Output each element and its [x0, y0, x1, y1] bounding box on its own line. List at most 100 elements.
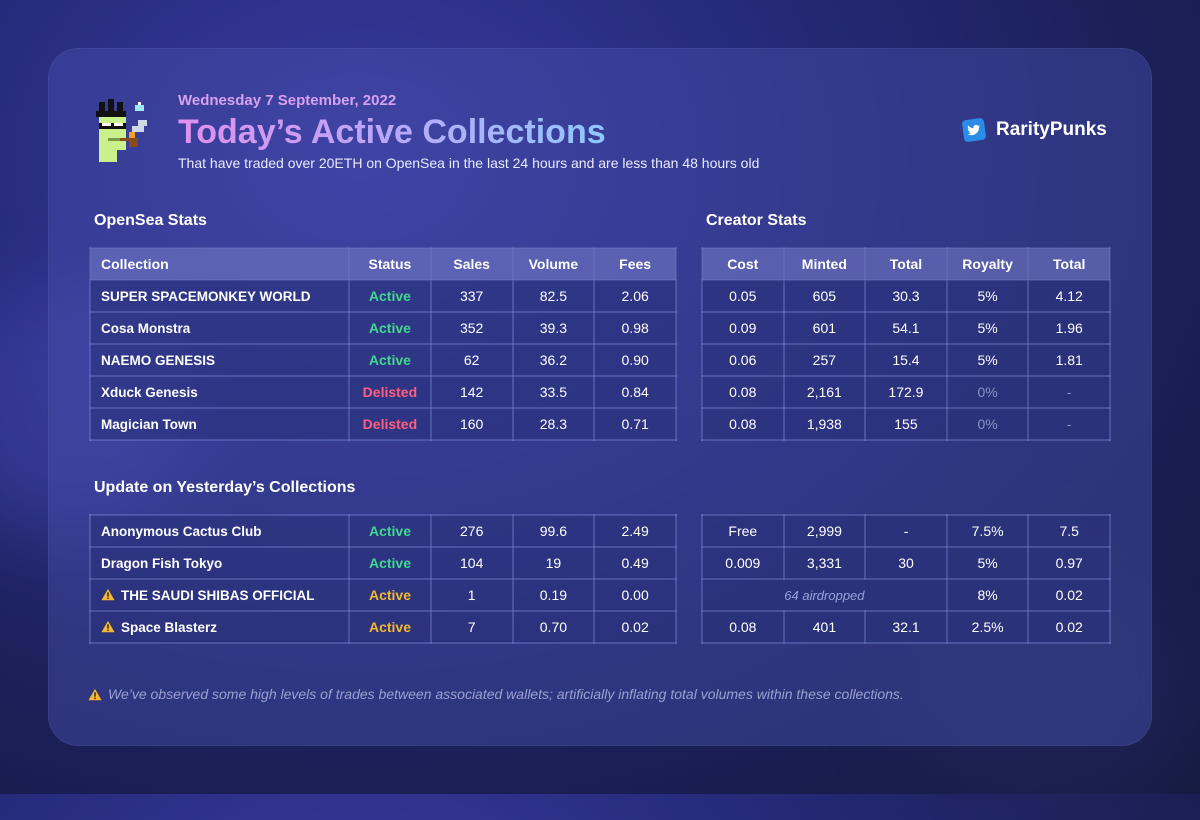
creator-total-cell: 4.12 — [1027, 279, 1111, 313]
creator-total-cell: 1.96 — [1027, 311, 1111, 345]
warning-icon — [101, 620, 115, 632]
royalty-cell: 2.5% — [945, 610, 1030, 644]
cost-cell: 0.05 — [701, 279, 785, 313]
creator-total-cell: 7.5 — [1027, 514, 1111, 548]
col-header-total: Total — [864, 247, 948, 281]
cost-cell: 0.08 — [701, 610, 785, 644]
table-row: SUPER SPACEMONKEY WORLD Active 337 82.5 2.06 — [89, 279, 677, 313]
status-cell: Active — [348, 343, 432, 377]
table-row: 0.05 605 30.3 5% 4.12 — [701, 279, 1111, 313]
table-row: 0.009 3,331 30 5% 0.97 — [701, 546, 1111, 580]
opensea-section-title: OpenSea Stats — [94, 212, 207, 229]
royalty-cell: 5% — [945, 546, 1030, 580]
minted-cell: 2,999 — [782, 514, 867, 548]
table-row: THE SAUDI SHIBAS OFFICIAL Active 1 0.19 0.00 — [88, 578, 677, 612]
col-header-minted: Minted — [782, 247, 867, 281]
creator-total-cell: - — [1027, 375, 1111, 409]
royalty-cell: 0% — [945, 375, 1030, 409]
minted-cell: 605 — [782, 279, 867, 313]
volume-cell: 99.6 — [511, 514, 596, 548]
col-header-cost: Cost — [701, 247, 785, 281]
fees-cell: 2.06 — [593, 279, 677, 313]
status-cell: Active — [348, 546, 432, 580]
col-header-status: Status — [348, 247, 432, 281]
header-date: Wednesday 7 September, 2022 — [178, 92, 397, 109]
table-row: Dragon Fish Tokyo Active 104 19 0.49 — [88, 546, 677, 580]
col-header-creator-total: Total — [1027, 247, 1111, 281]
status-cell: Active — [348, 311, 432, 345]
royalty-cell: 5% — [945, 279, 1030, 313]
table-row: Magician Town Delisted 160 28.3 0.71 — [89, 407, 677, 441]
col-header-collection: Collection — [89, 247, 350, 281]
table-row: 0.08 401 32.1 2.5% 0.02 — [701, 610, 1111, 644]
cost-cell: 0.08 — [701, 407, 785, 441]
table-header-row: Collection Status Sales Volume Fees — [89, 247, 677, 281]
table-row: Xduck Genesis Delisted 142 33.5 0.84 — [89, 375, 677, 409]
table-row: 0.08 1,938 155 0% - — [701, 407, 1111, 441]
collection-name-cell: SUPER SPACEMONKEY WORLD — [89, 279, 350, 313]
airdrop-cell: 64 airdropped — [701, 578, 948, 612]
creator-stats-table: Cost Minted Total Royalty Total 0.05 605 3… — [701, 247, 1111, 441]
collection-name-cell: Magician Town — [89, 407, 350, 441]
collection-name: THE SAUDI SHIBAS OFFICIAL — [121, 587, 315, 603]
volume-cell: 82.5 — [511, 279, 596, 313]
collection-name-cell: Space Blasterz — [88, 610, 351, 644]
total-cell: 30 — [864, 546, 948, 580]
table-row: 0.09 601 54.1 5% 1.96 — [701, 311, 1111, 345]
col-header-sales: Sales — [429, 247, 514, 281]
royalty-cell: 5% — [945, 311, 1030, 345]
cost-cell: 0.06 — [701, 343, 785, 377]
royalty-cell: 7.5% — [945, 514, 1030, 548]
fees-cell: 0.98 — [593, 311, 677, 345]
status-cell: Active — [348, 578, 432, 612]
fees-cell: 0.84 — [593, 375, 677, 409]
volume-cell: 28.3 — [511, 407, 596, 441]
sales-cell: 142 — [429, 375, 514, 409]
sales-cell: 352 — [429, 311, 514, 345]
total-cell: - — [864, 514, 948, 548]
fees-cell: 0.71 — [593, 407, 677, 441]
yesterday-section-title: Update on Yesterday’s Collections — [94, 479, 356, 496]
collection-name: Dragon Fish Tokyo — [101, 555, 223, 571]
brand-link[interactable]: RarityPunks — [962, 118, 1107, 142]
sales-cell: 7 — [429, 610, 514, 644]
creator-total-cell: 0.02 — [1027, 578, 1111, 612]
collection-name: NAEMO GENESIS — [101, 352, 216, 368]
table-row: 0.08 2,161 172.9 0% - — [701, 375, 1111, 409]
status-cell: Delisted — [348, 375, 432, 409]
creator-section-title: Creator Stats — [706, 212, 807, 229]
creator-total-cell: - — [1027, 407, 1111, 441]
collection-name: Space Blasterz — [121, 619, 218, 635]
minted-cell: 2,161 — [782, 375, 867, 409]
sales-cell: 276 — [429, 514, 514, 548]
creator-total-cell: 1.81 — [1027, 343, 1111, 377]
footer-note: We’ve observed some high levels of trade… — [88, 686, 904, 702]
fees-cell: 0.90 — [593, 343, 677, 377]
cost-cell: Free — [701, 514, 785, 548]
fees-cell: 2.49 — [593, 514, 677, 548]
status-cell: Active — [348, 279, 432, 313]
col-header-volume: Volume — [511, 247, 596, 281]
volume-cell: 19 — [511, 546, 596, 580]
sales-cell: 62 — [429, 343, 514, 377]
total-cell: 155 — [864, 407, 948, 441]
collection-name: Magician Town — [101, 416, 197, 432]
sales-cell: 104 — [429, 546, 514, 580]
volume-cell: 0.19 — [511, 578, 596, 612]
collection-name-cell: Xduck Genesis — [89, 375, 350, 409]
collection-name: Xduck Genesis — [101, 384, 198, 400]
total-cell: 32.1 — [864, 610, 948, 644]
page-title: Today’s Active Collections — [178, 113, 606, 151]
total-cell: 15.4 — [864, 343, 948, 377]
table-header-row: Cost Minted Total Royalty Total — [701, 247, 1111, 281]
col-header-fees: Fees — [593, 247, 677, 281]
col-header-royalty: Royalty — [945, 247, 1030, 281]
minted-cell: 1,938 — [782, 407, 867, 441]
footer-note-text: We’ve observed some high levels of trade… — [108, 686, 904, 702]
table-row: Cosa Monstra Active 352 39.3 0.98 — [89, 311, 677, 345]
table-row: Anonymous Cactus Club Active 276 99.6 2.49 — [88, 514, 677, 548]
minted-cell: 257 — [782, 343, 867, 377]
volume-cell: 33.5 — [511, 375, 596, 409]
status-cell: Delisted — [348, 407, 432, 441]
twitter-bird-icon — [962, 118, 986, 142]
